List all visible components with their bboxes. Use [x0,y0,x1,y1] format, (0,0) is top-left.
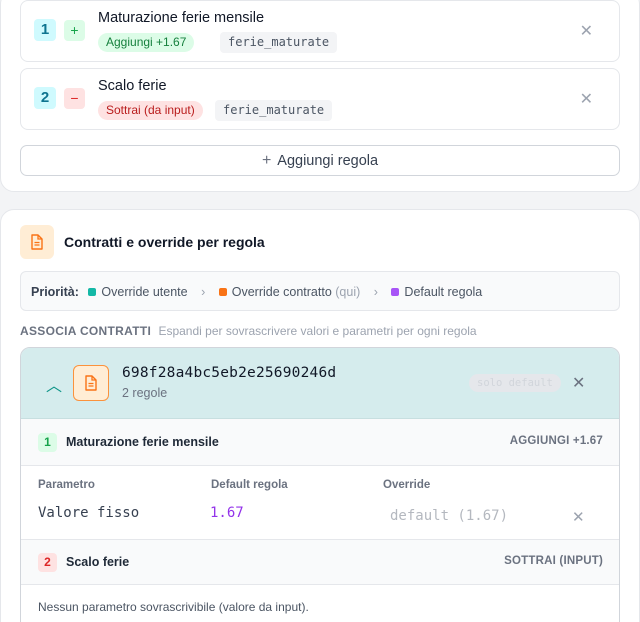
rule-action-badge: Aggiungi +1.67 [98,33,195,52]
priority-rule-default: Default regola [404,285,483,299]
contract-rule-header: 1 Maturazione ferie mensile AGGIUNGI +1.… [21,419,619,466]
rule-number: 1 [34,19,56,41]
rule-variable: ferie_maturate [215,100,333,121]
rule-action: AGGIUNGI +1.67 [509,435,603,447]
contract-header[interactable]: ︿ 698f28a4bc5eb2e25690246d 2 regole solo… [21,348,619,419]
add-rule-label: Aggiungi regola [277,153,379,169]
rule-name: Maturazione ferie mensile [98,10,265,26]
section-title: Contratti e override per regola [64,234,265,250]
associate-label: ASSOCIA CONTRATTI [20,324,152,338]
priority-bar: Priorità: Override utente › Override con… [20,271,620,311]
document-icon [73,365,109,401]
rule-number: 2 [34,87,56,109]
contract-id: 698f28a4bc5eb2e25690246d [122,365,337,381]
column-header-parameter: Parametro [38,479,95,491]
close-icon[interactable]: ✕ [572,508,585,526]
rule-row[interactable]: 1 + Maturazione ferie mensile Aggiungi +… [20,0,620,62]
rule-number: 1 [38,433,57,452]
rule-variable: ferie_maturate [220,32,338,53]
priority-user-override: Override utente [101,285,188,299]
minus-icon: − [64,88,85,109]
column-header-override: Override [383,479,431,491]
close-icon[interactable]: ✕ [572,373,585,393]
add-rule-button[interactable]: + Aggiungi regola [20,145,620,176]
rule-title: Maturazione ferie mensile [66,435,219,449]
default-only-badge: solo default [469,374,561,392]
close-icon[interactable]: ✕ [580,89,593,109]
rule-title: Scalo ferie [66,555,130,569]
rule-number: 2 [38,553,57,572]
default-value: 1.67 [210,505,244,521]
rule-row[interactable]: 2 − Scalo ferie Sottrai (da input) ferie… [20,68,620,130]
priority-contract-note: (qui) [335,285,361,299]
document-icon [20,225,54,259]
associate-header: ASSOCIA CONTRATTI Espandi per sovrascriv… [20,324,477,338]
column-header-default: Default regola [211,479,288,491]
orange-dot-icon [218,288,227,297]
rule-name: Scalo ferie [98,78,167,94]
priority-label: Priorità: [31,285,79,299]
no-params-note: Nessun parametro sovrascrivibile (valore… [38,600,309,614]
contract-panel: ︿ 698f28a4bc5eb2e25690246d 2 regole solo… [20,347,620,622]
plus-icon: + [261,152,272,169]
rule-action-badge: Sottrai (da input) [98,101,203,120]
chevron-right-icon: › [373,285,378,299]
priority-contract-override: Override contratto [231,285,332,299]
plus-icon: + [64,20,85,41]
contract-rule-header: 2 Scalo ferie SOTTRAI (INPUT) [21,540,619,585]
chevron-up-icon[interactable]: ︿ [46,372,62,396]
purple-dot-icon [391,288,400,297]
override-input[interactable]: default (1.67) [382,503,582,529]
associate-hint: Espandi per sovrascrivere valori e param… [158,324,477,338]
teal-dot-icon [88,288,97,297]
contract-rule-count: 2 regole [122,386,168,400]
chevron-right-icon: › [201,285,206,299]
close-icon[interactable]: ✕ [580,21,593,41]
parameter-name: Valore fisso [38,505,140,521]
rule-action: SOTTRAI (INPUT) [504,555,603,567]
